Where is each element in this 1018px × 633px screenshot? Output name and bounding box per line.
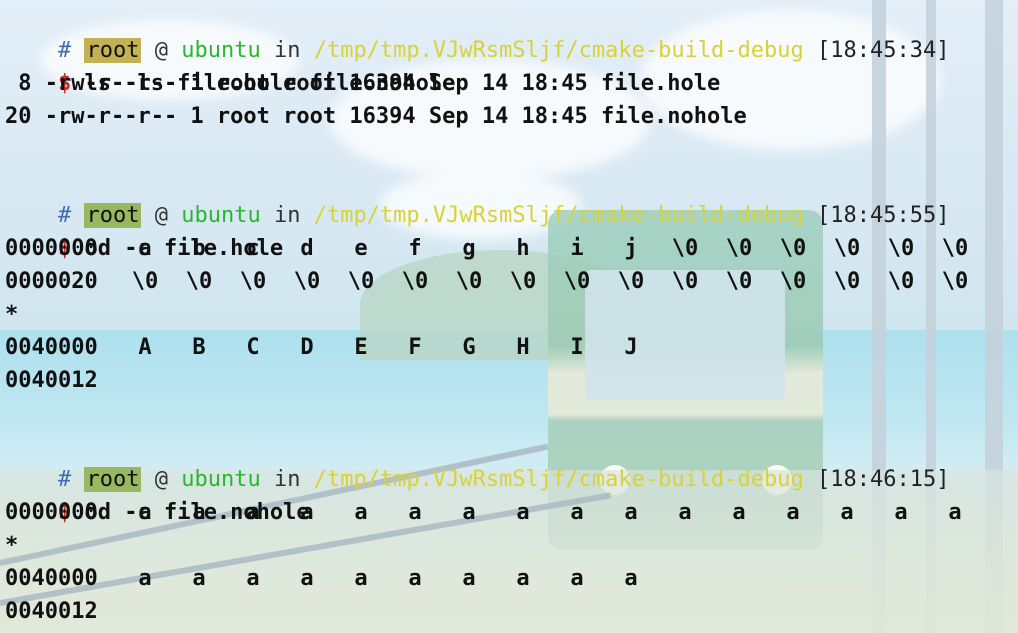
od-cell: a bbox=[840, 500, 854, 525]
od-cell: f bbox=[408, 236, 422, 261]
od-offset: * bbox=[5, 302, 19, 327]
output-line: 20 -rw-r--r-- 1 root root 16394 Sep 14 1… bbox=[5, 104, 747, 129]
terminal-window[interactable]: # root @ ubuntu in /tmp/tmp.VJwRsmSljf/c… bbox=[0, 0, 1018, 633]
command-line: $ od -c file.nohole bbox=[5, 463, 310, 525]
od-offset: 0040012 bbox=[5, 368, 98, 393]
od-cell: J bbox=[624, 335, 638, 360]
od-cell: C bbox=[246, 335, 260, 360]
od-cell: h bbox=[516, 236, 530, 261]
od-cell: \0 bbox=[617, 269, 645, 294]
od-cell: a bbox=[678, 500, 692, 525]
od-cell: A bbox=[138, 335, 152, 360]
od-cell: a bbox=[624, 566, 638, 591]
od-cell: a bbox=[138, 500, 152, 525]
od-cell: \0 bbox=[293, 269, 321, 294]
od-cell: a bbox=[516, 566, 530, 591]
prompt-line: # root @ ubuntu in /tmp/tmp.VJwRsmSljf/c… bbox=[5, 430, 949, 492]
od-cell: \0 bbox=[563, 269, 591, 294]
od-cell: D bbox=[300, 335, 314, 360]
od-cell: \0 bbox=[671, 236, 699, 261]
od-cell: \0 bbox=[779, 269, 807, 294]
od-cell: a bbox=[948, 500, 962, 525]
od-cell: a bbox=[300, 500, 314, 525]
od-offset: 0040000 bbox=[5, 566, 98, 591]
prompt-line: # root @ ubuntu in /tmp/tmp.VJwRsmSljf/c… bbox=[5, 1, 949, 63]
output-line: 8 -rw-r--r-- 1 root root 16394 Sep 14 18… bbox=[5, 71, 721, 96]
od-cell: a bbox=[192, 500, 206, 525]
od-cell: a bbox=[462, 500, 476, 525]
od-cell: j bbox=[624, 236, 638, 261]
od-cell: \0 bbox=[725, 236, 753, 261]
od-cell: b bbox=[192, 236, 206, 261]
od-cell: g bbox=[462, 236, 476, 261]
od-cell: a bbox=[408, 500, 422, 525]
od-cell: \0 bbox=[887, 269, 915, 294]
od-cell: \0 bbox=[725, 269, 753, 294]
od-offset: 0040000 bbox=[5, 335, 98, 360]
od-cell: a bbox=[246, 500, 260, 525]
od-cell: \0 bbox=[509, 269, 537, 294]
od-cell: F bbox=[408, 335, 422, 360]
od-cell: a bbox=[570, 500, 584, 525]
od-cell: \0 bbox=[401, 269, 429, 294]
od-cell: a bbox=[246, 566, 260, 591]
od-cell: a bbox=[894, 500, 908, 525]
od-cell: E bbox=[354, 335, 368, 360]
od-cell: a bbox=[462, 566, 476, 591]
od-cell: \0 bbox=[833, 236, 861, 261]
od-cell: a bbox=[732, 500, 746, 525]
od-cell: \0 bbox=[941, 236, 969, 261]
prompt-path: /tmp/tmp.VJwRsmSljf/cmake-build-debug bbox=[313, 467, 804, 492]
od-cell: a bbox=[516, 500, 530, 525]
od-cell: a bbox=[786, 500, 800, 525]
od-cell: \0 bbox=[833, 269, 861, 294]
od-offset: 0000000 bbox=[5, 236, 98, 261]
od-cell: \0 bbox=[779, 236, 807, 261]
od-offset: 0040012 bbox=[5, 599, 98, 624]
od-cell: a bbox=[408, 566, 422, 591]
od-cell: a bbox=[138, 236, 152, 261]
prompt-time: [18:46:15] bbox=[817, 467, 950, 492]
od-offset: * bbox=[5, 533, 19, 558]
od-cell: \0 bbox=[131, 269, 159, 294]
od-cell: \0 bbox=[887, 236, 915, 261]
od-cell: a bbox=[138, 566, 152, 591]
od-cell: a bbox=[570, 566, 584, 591]
od-cell: H bbox=[516, 335, 530, 360]
prompt-time: [18:45:34] bbox=[817, 38, 950, 63]
od-cell: B bbox=[192, 335, 206, 360]
od-cell: \0 bbox=[185, 269, 213, 294]
od-cell: I bbox=[570, 335, 584, 360]
od-offset: 0000020 bbox=[5, 269, 98, 294]
od-cell: a bbox=[354, 566, 368, 591]
command-line: $ od -c file.hole bbox=[5, 199, 283, 261]
od-cell: c bbox=[246, 236, 260, 261]
od-offset: 0000000 bbox=[5, 500, 98, 525]
od-cell: G bbox=[462, 335, 476, 360]
od-cell: \0 bbox=[347, 269, 375, 294]
od-cell: a bbox=[624, 500, 638, 525]
od-cell: a bbox=[354, 500, 368, 525]
od-cell: \0 bbox=[671, 269, 699, 294]
od-cell: a bbox=[300, 566, 314, 591]
od-cell: d bbox=[300, 236, 314, 261]
od-cell: \0 bbox=[941, 269, 969, 294]
od-cell: i bbox=[570, 236, 584, 261]
prompt-time: [18:45:55] bbox=[817, 203, 950, 228]
od-cell: e bbox=[354, 236, 368, 261]
prompt-path: /tmp/tmp.VJwRsmSljf/cmake-build-debug bbox=[313, 203, 804, 228]
od-cell: a bbox=[192, 566, 206, 591]
prompt-line: # root @ ubuntu in /tmp/tmp.VJwRsmSljf/c… bbox=[5, 166, 949, 228]
od-cell: \0 bbox=[455, 269, 483, 294]
command-line: $ ls -ls file.hole file.nohole bbox=[5, 34, 455, 96]
od-cell: \0 bbox=[239, 269, 267, 294]
